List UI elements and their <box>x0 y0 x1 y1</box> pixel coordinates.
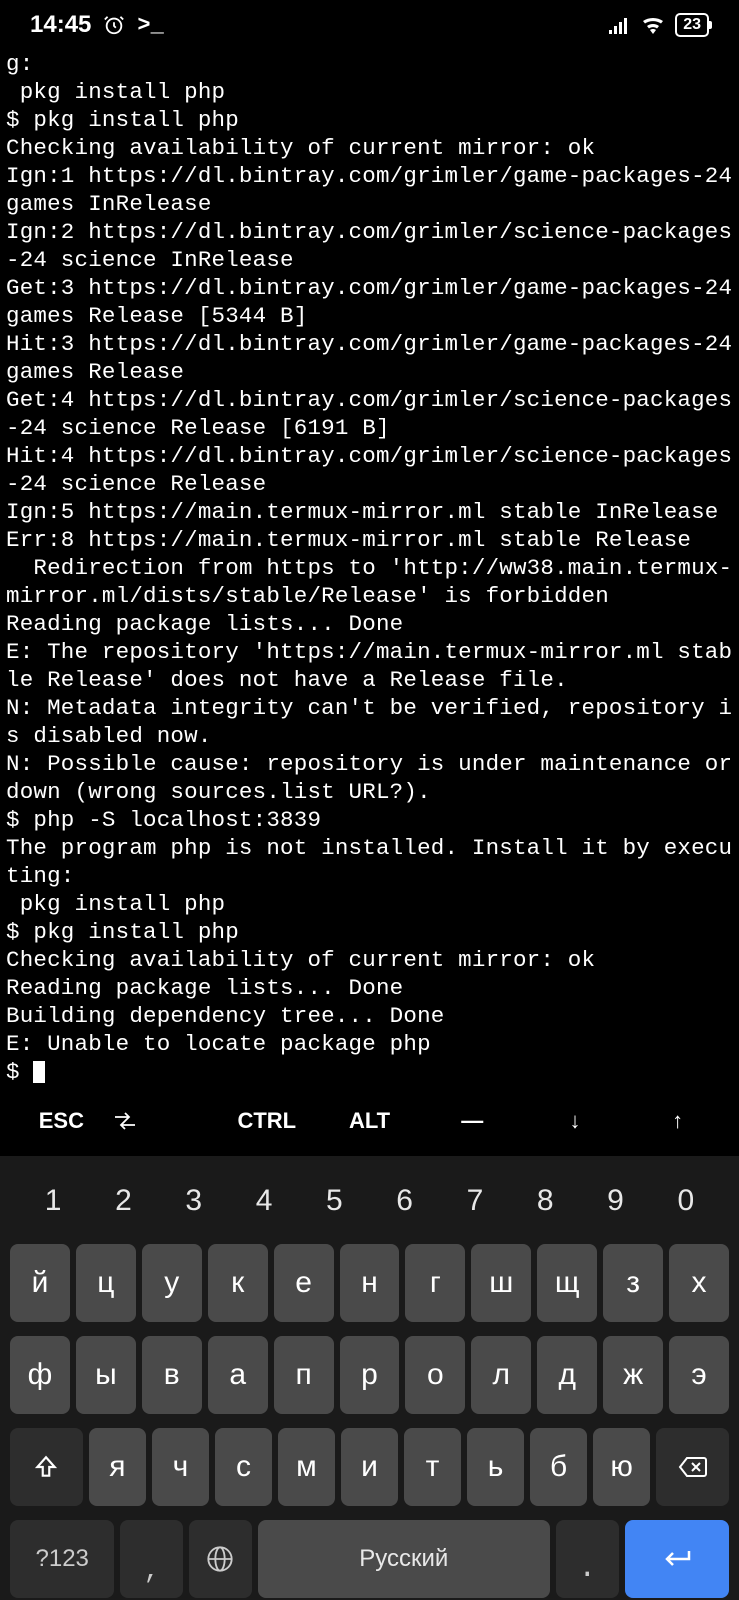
mode-switch-key[interactable]: ?123 <box>10 1520 114 1598</box>
key-letter[interactable]: ю <box>593 1428 650 1506</box>
key-4[interactable]: 4 <box>229 1178 299 1224</box>
status-bar: 14:45 >_ 23 <box>0 0 739 50</box>
letter-row-1: й ц у к е н г ш щ з х <box>6 1244 733 1322</box>
key-letter[interactable]: й <box>10 1244 70 1322</box>
signal-icon <box>609 16 631 34</box>
key-letter[interactable]: р <box>340 1336 400 1414</box>
key-letter[interactable]: э <box>669 1336 729 1414</box>
esc-key[interactable]: ESC <box>10 1098 113 1144</box>
key-letter[interactable]: м <box>278 1428 335 1506</box>
key-6[interactable]: 6 <box>369 1178 439 1224</box>
letter-row-3: я ч с м и т ь б ю <box>6 1428 733 1506</box>
language-key[interactable] <box>189 1520 252 1598</box>
battery-indicator: 23 <box>675 13 709 37</box>
keyboard: 1 2 3 4 5 6 7 8 9 0 й ц у к е н г ш щ з … <box>0 1156 739 1600</box>
alt-key[interactable]: ALT <box>318 1098 421 1144</box>
letter-row-2: ф ы в а п р о л д ж э <box>6 1336 733 1414</box>
key-letter[interactable]: ы <box>76 1336 136 1414</box>
key-2[interactable]: 2 <box>88 1178 158 1224</box>
shift-key[interactable] <box>10 1428 83 1506</box>
key-letter[interactable]: ш <box>471 1244 531 1322</box>
key-0[interactable]: 0 <box>651 1178 721 1224</box>
extra-keys-row: ESC CTRL ALT — ↓ ↑ <box>0 1086 739 1156</box>
key-letter[interactable]: с <box>215 1428 272 1506</box>
key-letter[interactable]: в <box>142 1336 202 1414</box>
key-letter[interactable]: т <box>404 1428 461 1506</box>
key-letter[interactable]: я <box>89 1428 146 1506</box>
period-key[interactable]: . <box>556 1520 619 1598</box>
key-letter[interactable]: ф <box>10 1336 70 1414</box>
key-letter[interactable]: о <box>405 1336 465 1414</box>
key-letter[interactable]: д <box>537 1336 597 1414</box>
key-8[interactable]: 8 <box>510 1178 580 1224</box>
key-letter[interactable]: х <box>669 1244 729 1322</box>
key-9[interactable]: 9 <box>580 1178 650 1224</box>
key-letter[interactable]: а <box>208 1336 268 1414</box>
number-row: 1 2 3 4 5 6 7 8 9 0 <box>6 1166 733 1244</box>
wifi-icon <box>641 16 665 34</box>
key-letter[interactable]: ж <box>603 1336 663 1414</box>
key-letter[interactable]: г <box>405 1244 465 1322</box>
key-letter[interactable]: ь <box>467 1428 524 1506</box>
key-letter[interactable]: к <box>208 1244 268 1322</box>
key-letter[interactable]: з <box>603 1244 663 1322</box>
key-letter[interactable]: ц <box>76 1244 136 1322</box>
ctrl-key[interactable]: CTRL <box>215 1098 318 1144</box>
key-letter[interactable]: п <box>274 1336 334 1414</box>
key-letter[interactable]: н <box>340 1244 400 1322</box>
tab-key[interactable] <box>113 1101 216 1141</box>
dash-key[interactable]: — <box>421 1098 524 1144</box>
arrow-down-key[interactable]: ↓ <box>524 1098 627 1144</box>
key-5[interactable]: 5 <box>299 1178 369 1224</box>
terminal-output[interactable]: g: pkg install php $ pkg install php Che… <box>0 50 739 1086</box>
terminal-prompt-icon: >_ <box>137 13 163 38</box>
key-letter[interactable]: щ <box>537 1244 597 1322</box>
key-letter[interactable]: л <box>471 1336 531 1414</box>
spacebar[interactable]: Русский <box>258 1520 550 1598</box>
backspace-key[interactable] <box>656 1428 729 1506</box>
arrow-up-key[interactable]: ↑ <box>626 1098 729 1144</box>
key-7[interactable]: 7 <box>440 1178 510 1224</box>
key-letter[interactable]: б <box>530 1428 587 1506</box>
key-letter[interactable]: и <box>341 1428 398 1506</box>
cursor <box>33 1061 45 1083</box>
key-3[interactable]: 3 <box>159 1178 229 1224</box>
alarm-icon <box>103 14 125 36</box>
key-letter[interactable]: ч <box>152 1428 209 1506</box>
status-time: 14:45 <box>30 11 91 39</box>
key-1[interactable]: 1 <box>18 1178 88 1224</box>
key-letter[interactable]: у <box>142 1244 202 1322</box>
comma-key[interactable]: , <box>120 1520 183 1598</box>
enter-key[interactable] <box>625 1520 729 1598</box>
bottom-row: ?123 , Русский . <box>6 1520 733 1598</box>
key-letter[interactable]: е <box>274 1244 334 1322</box>
